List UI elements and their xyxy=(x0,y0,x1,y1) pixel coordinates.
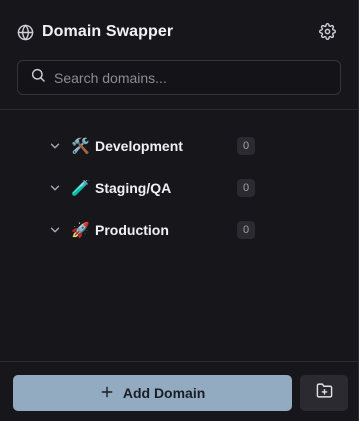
group-development[interactable]: 🛠️ Development 0 xyxy=(0,125,358,167)
group-label: Development xyxy=(95,138,183,154)
panel-footer: Add Domain xyxy=(0,361,358,421)
title-group: Domain Swapper xyxy=(17,23,173,41)
search-box[interactable] xyxy=(17,60,341,95)
count-badge: 0 xyxy=(237,221,255,239)
gear-icon[interactable] xyxy=(319,23,337,41)
tools-icon: 🛠️ xyxy=(71,137,90,155)
add-group-button[interactable] xyxy=(300,375,348,411)
test-tube-icon: 🧪 xyxy=(71,179,90,197)
group-label: Production xyxy=(95,222,169,238)
panel-header: Domain Swapper xyxy=(0,0,358,110)
globe-icon xyxy=(17,24,34,41)
count-badge: 0 xyxy=(237,137,255,155)
group-label: Staging/QA xyxy=(95,180,172,196)
chevron-down-icon[interactable] xyxy=(48,181,62,195)
group-staging[interactable]: 🧪 Staging/QA 0 xyxy=(0,167,358,209)
group-list: 🛠️ Development 0 🧪 Staging/QA 0 🚀 Produc… xyxy=(0,110,358,251)
plus-icon xyxy=(100,385,114,402)
app-title: Domain Swapper xyxy=(42,23,174,40)
search-input[interactable] xyxy=(54,69,340,86)
search-icon xyxy=(30,67,46,88)
add-domain-button[interactable]: Add Domain xyxy=(13,375,293,411)
rocket-icon: 🚀 xyxy=(71,221,90,239)
group-production[interactable]: 🚀 Production 0 xyxy=(0,209,358,251)
count-badge: 0 xyxy=(237,179,255,197)
chevron-down-icon[interactable] xyxy=(48,139,62,153)
chevron-down-icon[interactable] xyxy=(48,223,62,237)
domain-swapper-panel: Domain Swapper 🛠️ xyxy=(0,0,359,421)
title-row: Domain Swapper xyxy=(17,22,341,42)
add-domain-label: Add Domain xyxy=(122,385,206,401)
folder-plus-icon xyxy=(316,382,333,404)
